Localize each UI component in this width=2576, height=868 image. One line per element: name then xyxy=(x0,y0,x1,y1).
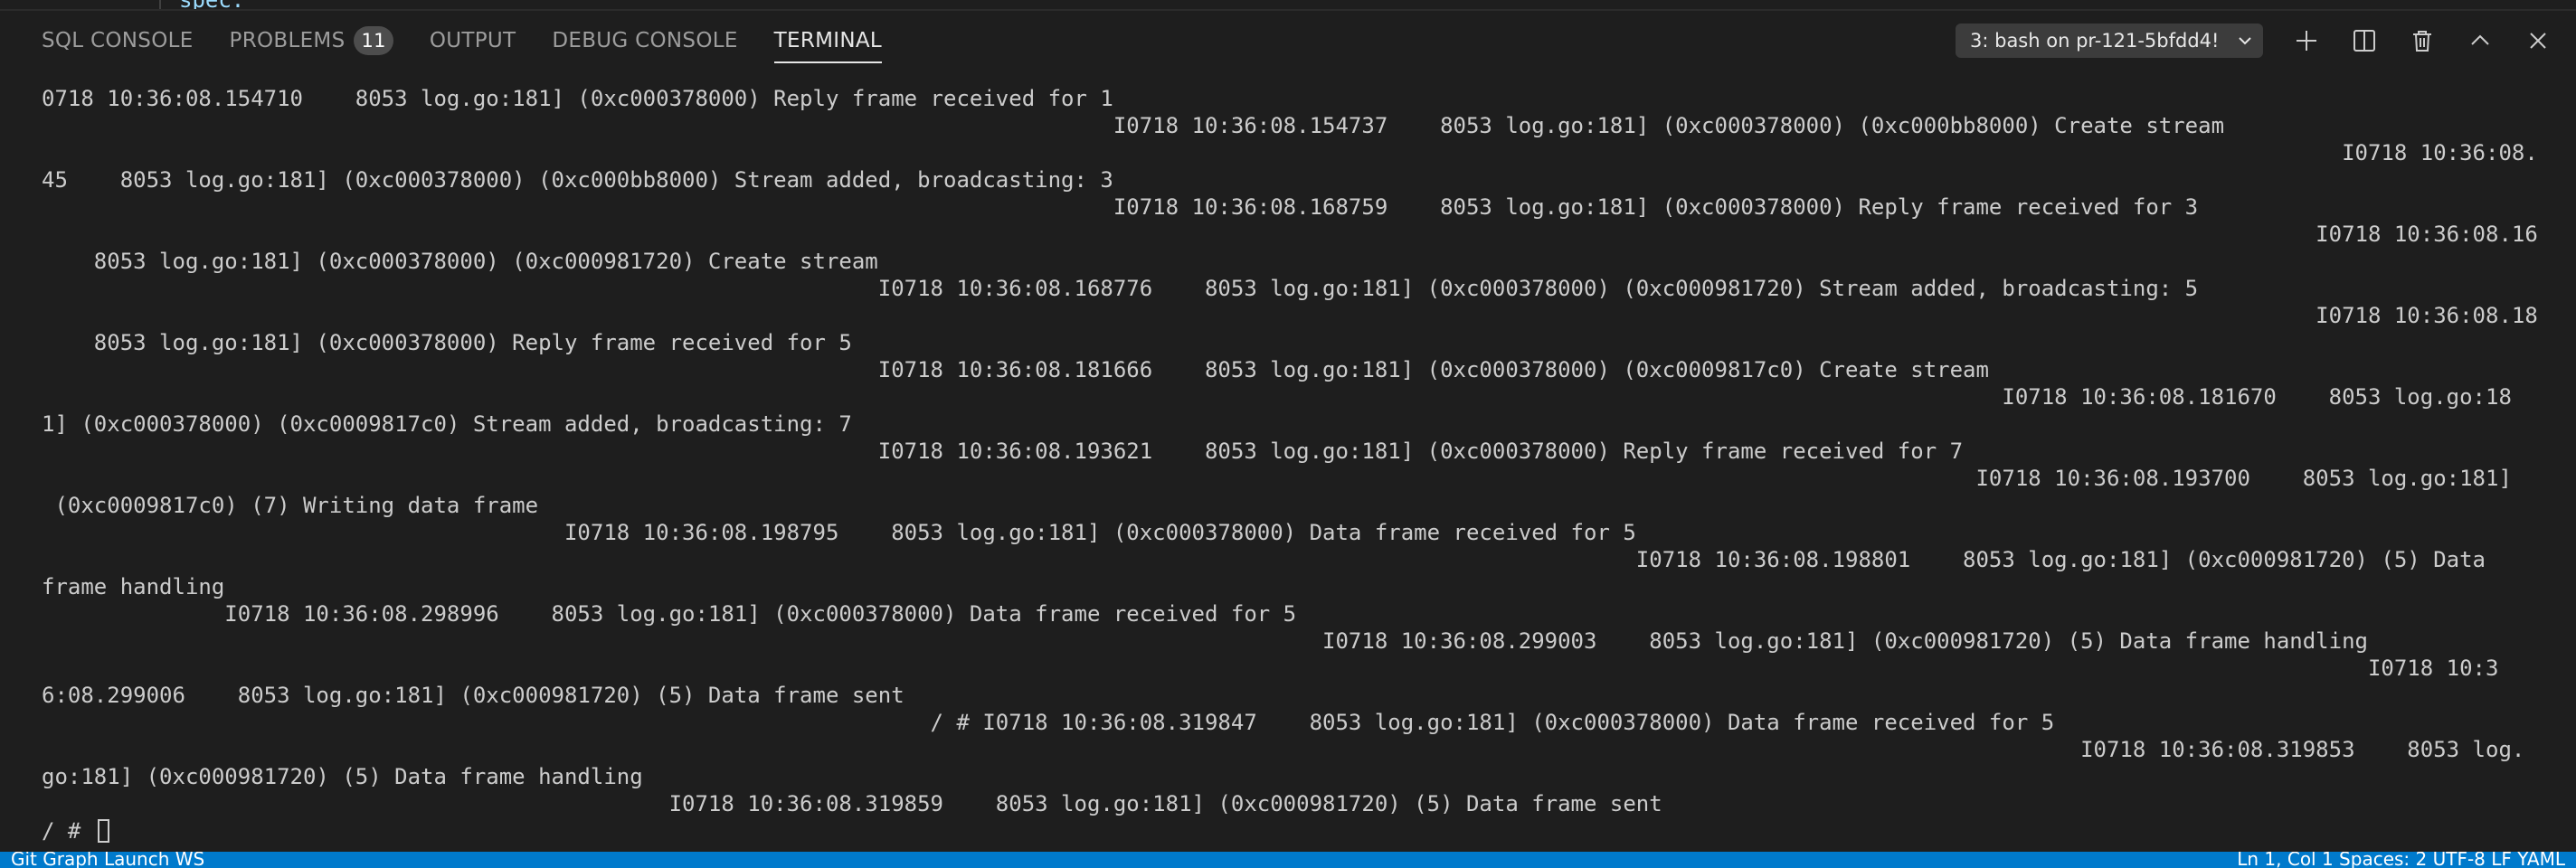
bottom-panel: SQL CONSOLE PROBLEMS 11 OUTPUT DEBUG CON… xyxy=(0,11,2576,852)
terminal-line: I0718 10:36:08.168776 8053 log.go:181] (… xyxy=(42,276,2199,301)
terminal-line: I0718 10:36:08.181666 8053 log.go:181] (… xyxy=(42,357,1989,382)
terminal-cursor xyxy=(97,819,109,843)
terminal-line: I0718 10:36:08.298996 8053 log.go:181] (… xyxy=(42,601,1297,627)
close-icon xyxy=(2530,33,2546,49)
status-bar: Git Graph Launch WS Ln 1, Col 1 Spaces: … xyxy=(0,852,2576,868)
tab-label: PROBLEMS xyxy=(229,29,346,52)
close-panel-button[interactable] xyxy=(2518,21,2558,61)
terminal-prompt-line[interactable]: / # xyxy=(42,817,2538,844)
tab-label: OUTPUT xyxy=(429,29,516,52)
terminal-line: I0718 10:3 xyxy=(42,656,2499,681)
maximize-panel-button[interactable] xyxy=(2460,21,2500,61)
terminal-line: I0718 10:36:08.198795 8053 log.go:181] (… xyxy=(42,520,1636,545)
tab-debug-console[interactable]: DEBUG CONSOLE xyxy=(552,11,737,71)
terminal-line: / # I0718 10:36:08.319847 8053 log.go:18… xyxy=(42,710,2055,735)
editor-area: spec: xyxy=(0,0,2576,11)
panel-tabs: SQL CONSOLE PROBLEMS 11 OUTPUT DEBUG CON… xyxy=(42,11,918,71)
new-terminal-button[interactable] xyxy=(2287,21,2326,61)
panel-header: SQL CONSOLE PROBLEMS 11 OUTPUT DEBUG CON… xyxy=(0,11,2576,71)
terminal-line: 8053 log.go:181] (0xc000378000) Reply fr… xyxy=(42,330,852,355)
terminal-line: I0718 10:36:08.193621 8053 log.go:181] (… xyxy=(42,439,1964,464)
split-terminal-button[interactable] xyxy=(2344,21,2384,61)
editor-indent-guide xyxy=(159,0,161,9)
trash-icon xyxy=(2413,31,2431,52)
chevron-down-icon xyxy=(2239,37,2251,45)
tab-sql-console[interactable]: SQL CONSOLE xyxy=(42,11,194,71)
terminal-line: 6:08.299006 8053 log.go:181] (0xc0009817… xyxy=(42,683,904,708)
tab-label: DEBUG CONSOLE xyxy=(552,29,738,52)
terminal-line: I0718 10:36:08.319859 8053 log.go:181] (… xyxy=(42,791,1662,816)
chevron-up-icon xyxy=(2471,34,2489,45)
terminal-line: 0718 10:36:08.154710 8053 log.go:181] (0… xyxy=(42,86,1113,111)
terminal-line: I0718 10:36:08.154737 8053 log.go:181] (… xyxy=(42,113,2225,138)
status-bar-right[interactable]: Ln 1, Col 1 Spaces: 2 UTF-8 LF YAML xyxy=(2237,852,2565,868)
terminal-line: I0718 10:36:08.168772 xyxy=(42,222,2538,247)
terminal-output[interactable]: 0718 10:36:08.154710 8053 log.go:181] (0… xyxy=(42,85,2538,844)
terminal-line: I0718 10:36:08.181670 8053 log.go:18 xyxy=(42,384,2512,410)
terminal-line: frame handling xyxy=(42,574,225,599)
panel-actions: 3: bash on pr-121-5bfdd4! xyxy=(1956,11,2576,71)
terminal-line: I0718 10:36:08.1547 xyxy=(42,140,2538,165)
editor-code-fragment: spec: xyxy=(179,0,244,9)
terminal-prompt: / # xyxy=(42,818,94,844)
terminal-line: I0718 10:36:08.198801 8053 log.go:181] (… xyxy=(42,547,2486,572)
tab-label: TERMINAL xyxy=(773,29,883,52)
status-bar-left[interactable]: Git Graph Launch WS xyxy=(11,852,204,868)
tab-output[interactable]: OUTPUT xyxy=(430,11,516,71)
terminal-selector-value: 3: bash on pr-121-5bfdd4! xyxy=(1970,30,2220,52)
terminal-line: I0718 10:36:08.168759 8053 log.go:181] (… xyxy=(42,194,2199,220)
split-icon xyxy=(2353,30,2375,52)
tab-label: SQL CONSOLE xyxy=(42,29,194,52)
terminal-line: I0718 10:36:08.319853 8053 log. xyxy=(42,737,2525,762)
terminal-line: 8053 log.go:181] (0xc000378000) (0xc0009… xyxy=(42,249,878,274)
terminal-line: (0xc0009817c0) (7) Writing data frame xyxy=(42,493,539,518)
tab-problems[interactable]: PROBLEMS 11 xyxy=(230,11,393,71)
terminal-line: go:181] (0xc000981720) (5) Data frame ha… xyxy=(42,764,643,789)
terminal-line: I0718 10:36:08.299003 8053 log.go:181] (… xyxy=(42,628,2368,654)
tab-terminal[interactable]: TERMINAL xyxy=(773,11,883,71)
kill-terminal-button[interactable] xyxy=(2402,21,2442,61)
plus-icon xyxy=(2297,31,2316,51)
terminal-selector-dropdown[interactable]: 3: bash on pr-121-5bfdd4! xyxy=(1956,24,2263,58)
problems-count-badge: 11 xyxy=(354,26,393,55)
terminal-line: I0718 10:36:08.181655 xyxy=(42,303,2538,328)
terminal-line: 1] (0xc000378000) (0xc0009817c0) Stream … xyxy=(42,411,852,437)
terminal-line: I0718 10:36:08.193700 8053 log.go:181] xyxy=(42,466,2512,491)
terminal-line: 45 8053 log.go:181] (0xc000378000) (0xc0… xyxy=(42,167,1113,193)
